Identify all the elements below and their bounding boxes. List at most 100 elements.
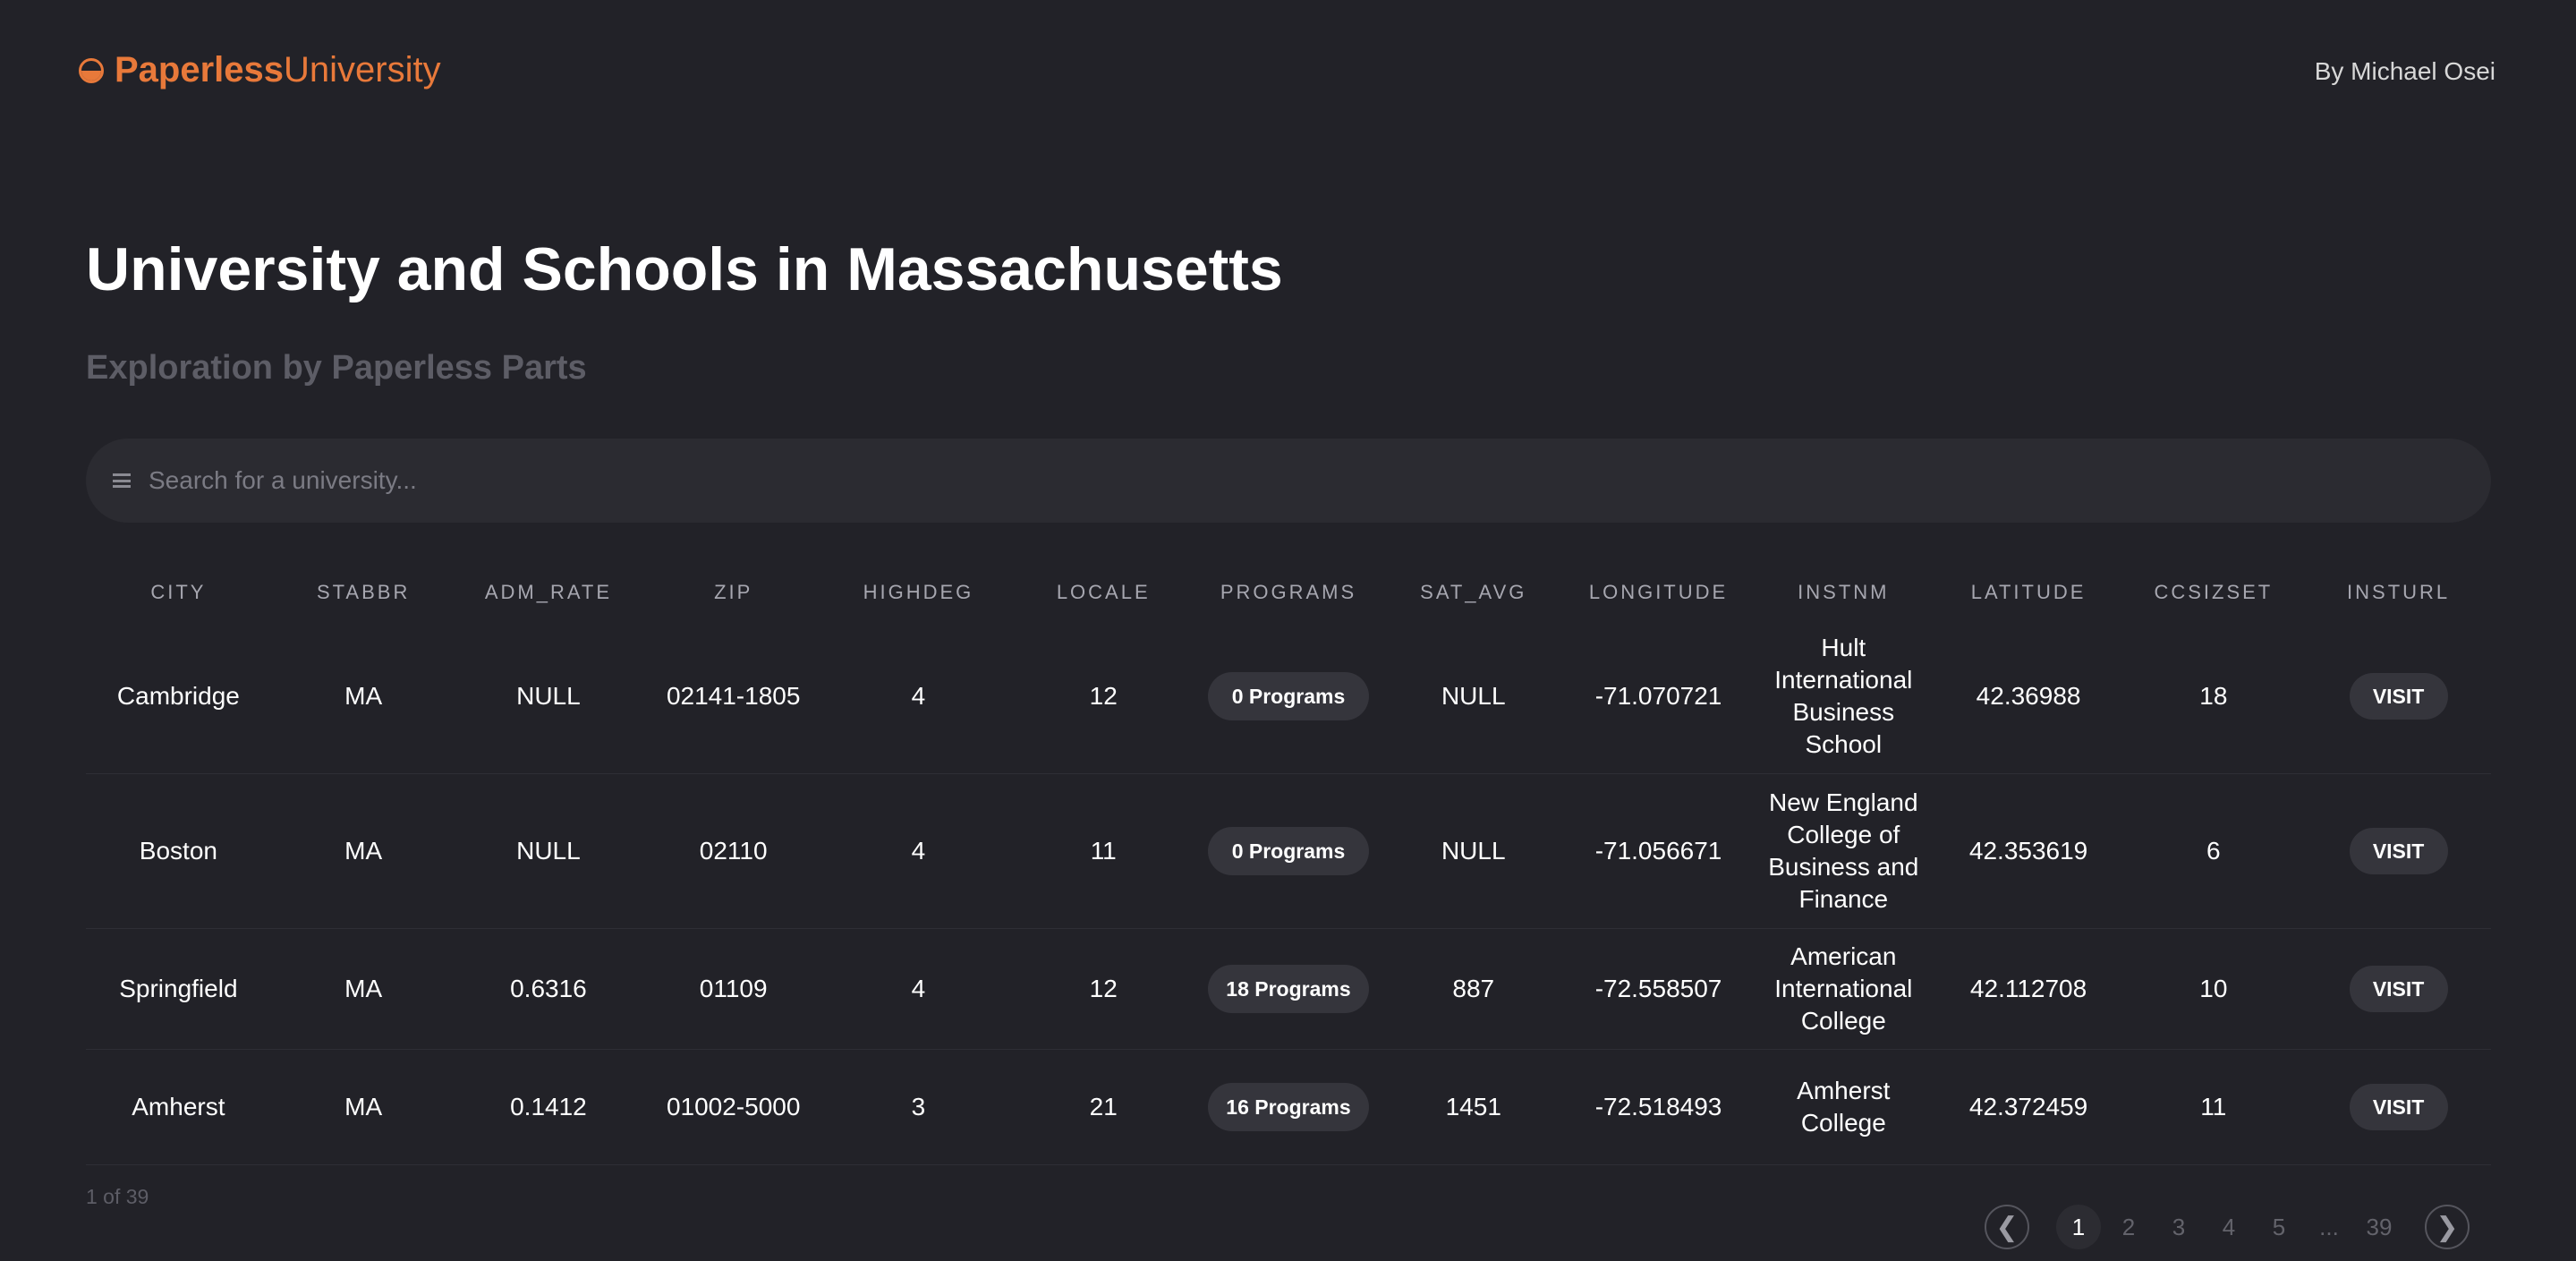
chevron-right-icon[interactable]: ❯ bbox=[2425, 1205, 2470, 1249]
search-bar[interactable] bbox=[86, 439, 2491, 523]
cell-city: Boston bbox=[139, 837, 217, 865]
cell-longitude: -72.558507 bbox=[1594, 975, 1722, 1002]
column-header-latitude[interactable]: LATITUDE bbox=[1936, 581, 2121, 604]
cell-city: Cambridge bbox=[116, 682, 240, 710]
column-header-zip[interactable]: ZIP bbox=[641, 581, 826, 604]
cell-adm-rate: NULL bbox=[516, 837, 581, 865]
column-header-longitude[interactable]: LONGITUDE bbox=[1566, 581, 1751, 604]
cell-adm-rate: NULL bbox=[516, 682, 581, 710]
cell-stabbr: MA bbox=[344, 682, 383, 710]
cell-sat-avg: 1451 bbox=[1445, 1093, 1501, 1120]
cell-longitude: -71.070721 bbox=[1594, 682, 1722, 710]
cell-zip: 01002-5000 bbox=[666, 1093, 801, 1120]
cell-sat-avg: 887 bbox=[1452, 975, 1495, 1002]
cell-locale: 12 bbox=[1089, 682, 1118, 710]
brand-logo[interactable]: Paperless University bbox=[79, 50, 441, 90]
column-header-instnm[interactable]: INSTNM bbox=[1751, 581, 1936, 604]
cell-programs: 18 Programs bbox=[1196, 965, 1382, 1013]
cell-sat-avg: NULL bbox=[1441, 837, 1506, 865]
cell-latitude: 42.36988 bbox=[1976, 682, 2081, 710]
cell-longitude: -71.056671 bbox=[1594, 837, 1722, 865]
column-header-insturl[interactable]: INSTURL bbox=[2306, 581, 2491, 604]
programs-button[interactable]: 16 Programs bbox=[1207, 1083, 1369, 1131]
cell-longitude: -72.518493 bbox=[1594, 1093, 1722, 1120]
cell-instnm: Hult International Business School bbox=[1774, 634, 1913, 758]
cell-city: Springfield bbox=[119, 975, 238, 1002]
page-link-5[interactable]: 5 bbox=[2257, 1205, 2301, 1249]
visit-button[interactable]: VISIT bbox=[2349, 966, 2448, 1012]
table-row: Amherst MA 0.1412 01002-5000 3 21 16 Pro… bbox=[86, 1050, 2491, 1165]
logo-icon bbox=[79, 57, 104, 83]
cell-programs: 16 Programs bbox=[1196, 1083, 1382, 1131]
cell-latitude: 42.112708 bbox=[1969, 975, 2087, 1002]
cell-stabbr: MA bbox=[344, 1093, 383, 1120]
column-header-locale[interactable]: LOCALE bbox=[1011, 581, 1196, 604]
cell-insturl: VISIT bbox=[2306, 966, 2491, 1012]
programs-button[interactable]: 18 Programs bbox=[1207, 965, 1369, 1013]
cell-programs: 0 Programs bbox=[1196, 827, 1382, 875]
cell-ccsizset: 6 bbox=[2206, 837, 2221, 865]
cell-zip: 01109 bbox=[699, 975, 768, 1002]
cell-ccsizset: 11 bbox=[2200, 1093, 2227, 1120]
table-row: Springfield MA 0.6316 01109 4 12 18 Prog… bbox=[86, 929, 2491, 1050]
pagination: ❮ 1 2 3 4 5 ... 39 ❯ bbox=[1985, 1205, 2470, 1249]
menu-icon bbox=[113, 473, 131, 488]
cell-highdeg: 4 bbox=[911, 682, 926, 710]
brand-name-bold: Paperless bbox=[115, 50, 285, 89]
cell-ccsizset: 10 bbox=[2199, 975, 2228, 1002]
column-header-adm-rate[interactable]: ADM_RATE bbox=[456, 581, 642, 604]
cell-zip: 02110 bbox=[699, 837, 768, 865]
page-title: University and Schools in Massachusetts bbox=[86, 235, 1283, 303]
table-row: Boston MA NULL 02110 4 11 0 Programs NUL… bbox=[86, 774, 2491, 929]
column-header-highdeg[interactable]: HIGHDEG bbox=[826, 581, 1011, 604]
page-link-3[interactable]: 3 bbox=[2156, 1205, 2201, 1249]
cell-programs: 0 Programs bbox=[1196, 672, 1382, 720]
page-link-2[interactable]: 2 bbox=[2106, 1205, 2151, 1249]
cell-adm-rate: 0.1412 bbox=[510, 1093, 587, 1120]
page-link-4[interactable]: 4 bbox=[2206, 1205, 2251, 1249]
column-header-ccsizset[interactable]: CCSIZSET bbox=[2121, 581, 2306, 604]
cell-insturl: VISIT bbox=[2306, 673, 2491, 720]
column-header-sat-avg[interactable]: SAT_AVG bbox=[1381, 581, 1566, 604]
column-header-programs[interactable]: PROGRAMS bbox=[1196, 581, 1382, 604]
brand-name-light: University bbox=[284, 50, 441, 89]
cell-zip: 02141-1805 bbox=[666, 682, 801, 710]
table-header: CITY STABBR ADM_RATE ZIP HIGHDEG LOCALE … bbox=[86, 566, 2491, 619]
cell-locale: 11 bbox=[1090, 837, 1117, 865]
page-subtitle: Exploration by Paperless Parts bbox=[86, 349, 587, 387]
cell-latitude: 42.353619 bbox=[1968, 837, 2088, 865]
cell-insturl: VISIT bbox=[2306, 1084, 2491, 1130]
column-header-stabbr[interactable]: STABBR bbox=[271, 581, 456, 604]
chevron-left-icon[interactable]: ❮ bbox=[1985, 1205, 2029, 1249]
author-byline: By Michael Osei bbox=[2314, 57, 2495, 85]
cell-ccsizset: 18 bbox=[2199, 682, 2228, 710]
visit-button[interactable]: VISIT bbox=[2349, 1084, 2448, 1130]
column-header-city[interactable]: CITY bbox=[86, 581, 271, 604]
university-table: CITY STABBR ADM_RATE ZIP HIGHDEG LOCALE … bbox=[86, 566, 2491, 1165]
cell-stabbr: MA bbox=[344, 975, 383, 1002]
cell-instnm: Amherst College bbox=[1797, 1077, 1891, 1137]
search-input[interactable] bbox=[147, 465, 2387, 496]
cell-locale: 21 bbox=[1089, 1093, 1118, 1120]
page-link-39[interactable]: 39 bbox=[2357, 1205, 2402, 1249]
programs-button[interactable]: 0 Programs bbox=[1207, 672, 1369, 720]
table-row: Cambridge MA NULL 02141-1805 4 12 0 Prog… bbox=[86, 619, 2491, 774]
cell-instnm: American International College bbox=[1774, 942, 1913, 1035]
visit-button[interactable]: VISIT bbox=[2349, 673, 2448, 720]
cell-adm-rate: 0.6316 bbox=[510, 975, 587, 1002]
cell-locale: 12 bbox=[1089, 975, 1118, 1002]
programs-button[interactable]: 0 Programs bbox=[1207, 827, 1369, 875]
page-link-1[interactable]: 1 bbox=[2056, 1205, 2101, 1249]
cell-instnm: New England College of Business and Fina… bbox=[1768, 788, 1919, 913]
cell-latitude: 42.372459 bbox=[1968, 1093, 2088, 1120]
cell-sat-avg: NULL bbox=[1441, 682, 1506, 710]
cell-highdeg: 3 bbox=[911, 1093, 926, 1120]
cell-stabbr: MA bbox=[344, 837, 383, 865]
cell-highdeg: 4 bbox=[911, 975, 926, 1002]
page-ellipsis: ... bbox=[2319, 1213, 2339, 1240]
page-count: 1 of 39 bbox=[86, 1185, 149, 1208]
visit-button[interactable]: VISIT bbox=[2349, 828, 2448, 874]
cell-city: Amherst bbox=[132, 1093, 225, 1120]
cell-highdeg: 4 bbox=[911, 837, 926, 865]
cell-insturl: VISIT bbox=[2306, 828, 2491, 874]
